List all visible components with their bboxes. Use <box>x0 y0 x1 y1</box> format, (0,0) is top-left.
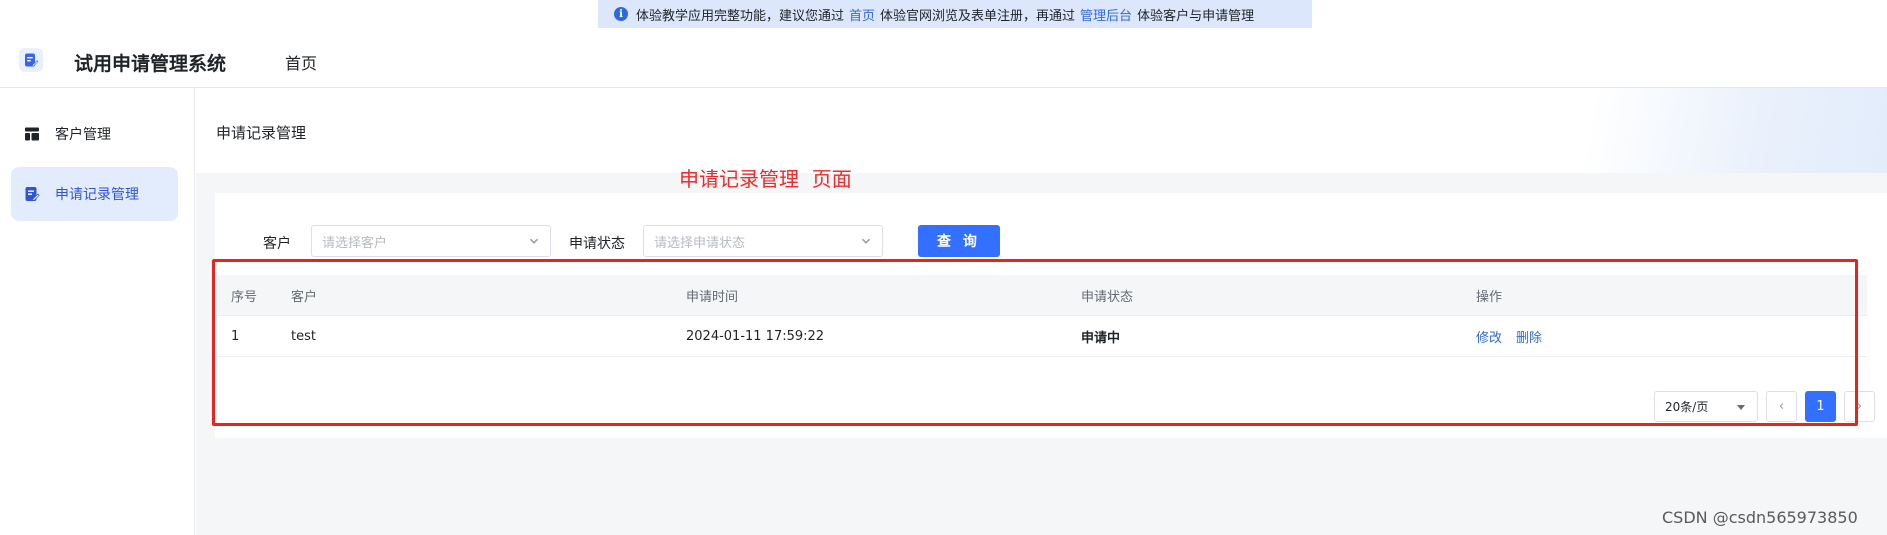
page-1-button[interactable]: 1 <box>1805 391 1836 422</box>
nav-home-link[interactable]: 首页 <box>285 50 317 74</box>
customer-select[interactable]: 请选择客户 <box>311 225 551 257</box>
status-select-placeholder: 请选择申请状态 <box>654 235 746 251</box>
query-button[interactable]: 查 询 <box>918 225 1000 257</box>
sidebar-item-applications[interactable]: 申请记录管理 <box>11 167 178 221</box>
notice-text-1: 体验教学应用完整功能，建议您通过 <box>636 8 845 24</box>
chevron-right-icon: › <box>1856 399 1863 414</box>
notice-banner: i 体验教学应用完整功能，建议您通过 首页 体验官网浏览及表单注册，再通过 管理… <box>598 0 1312 28</box>
edit-document-icon <box>23 185 41 203</box>
customer-filter-label: 客户 <box>263 236 291 252</box>
row-actions: 修改 删除 <box>1476 316 1556 357</box>
notice-bar-area: i 体验教学应用完整功能，建议您通过 首页 体验官网浏览及表单注册，再通过 管理… <box>0 0 1887 28</box>
status-select[interactable]: 请选择申请状态 <box>643 225 883 257</box>
notice-text-2: 体验官网浏览及表单注册，再通过 <box>880 8 1076 24</box>
column-header-customer: 客户 <box>291 290 318 305</box>
app-title: 试用申请管理系统 <box>74 53 227 75</box>
edit-link[interactable]: 修改 <box>1476 327 1502 346</box>
app-header: 试用申请管理系统 首页 <box>0 28 1887 88</box>
notice-link-home[interactable]: 首页 <box>849 5 875 24</box>
table-header: 序号 客户 申请时间 申请状态 操作 <box>217 275 1867 316</box>
chevron-down-icon <box>862 238 870 244</box>
chevron-left-icon: ‹ <box>1778 399 1785 414</box>
customer-select-placeholder: 请选择客户 <box>322 235 388 251</box>
page-size-select[interactable]: 20条/页 <box>1654 391 1758 422</box>
table-row: 1 test 2024-01-11 17:59:22 申请中 修改 删除 <box>217 316 1867 357</box>
notice-link-admin[interactable]: 管理后台 <box>1080 5 1132 24</box>
page-header: 申请记录管理 <box>196 88 1887 173</box>
delete-link[interactable]: 删除 <box>1516 327 1542 346</box>
notice-text-3: 体验客户与申请管理 <box>1137 8 1255 24</box>
watermark-text: CSDN @csdn565973850 <box>1662 508 1858 527</box>
caret-down-icon <box>1737 405 1745 410</box>
column-header-status: 申请状态 <box>1081 290 1134 305</box>
app-logo-icon <box>19 48 43 72</box>
row-index: 1 <box>231 329 240 344</box>
column-header-actions: 操作 <box>1476 290 1503 305</box>
page-title: 申请记录管理 <box>216 124 307 142</box>
chevron-down-icon <box>530 238 538 244</box>
main-content: 申请记录管理 申请记录管理 页面 客户 请选择客户 申请状态 请选择申请状态 查… <box>196 88 1887 535</box>
prev-page-button[interactable]: ‹ <box>1766 391 1797 422</box>
column-header-index: 序号 <box>231 290 258 305</box>
row-customer: test <box>291 329 316 344</box>
info-icon: i <box>614 7 628 21</box>
sidebar: 客户管理 申请记录管理 <box>0 88 195 535</box>
column-header-time: 申请时间 <box>686 290 739 305</box>
next-page-button[interactable]: › <box>1844 391 1875 422</box>
row-time: 2024-01-11 17:59:22 <box>686 329 825 344</box>
page-size-value: 20条/页 <box>1665 400 1709 414</box>
status-filter-label: 申请状态 <box>569 236 625 252</box>
sidebar-item-customers[interactable]: 客户管理 <box>11 107 178 161</box>
sidebar-item-label: 客户管理 <box>55 127 111 143</box>
annotation-label: 申请记录管理 页面 <box>679 167 852 191</box>
row-status: 申请中 <box>1081 331 1121 346</box>
layout-icon <box>23 125 41 143</box>
sidebar-item-label: 申请记录管理 <box>55 187 139 203</box>
